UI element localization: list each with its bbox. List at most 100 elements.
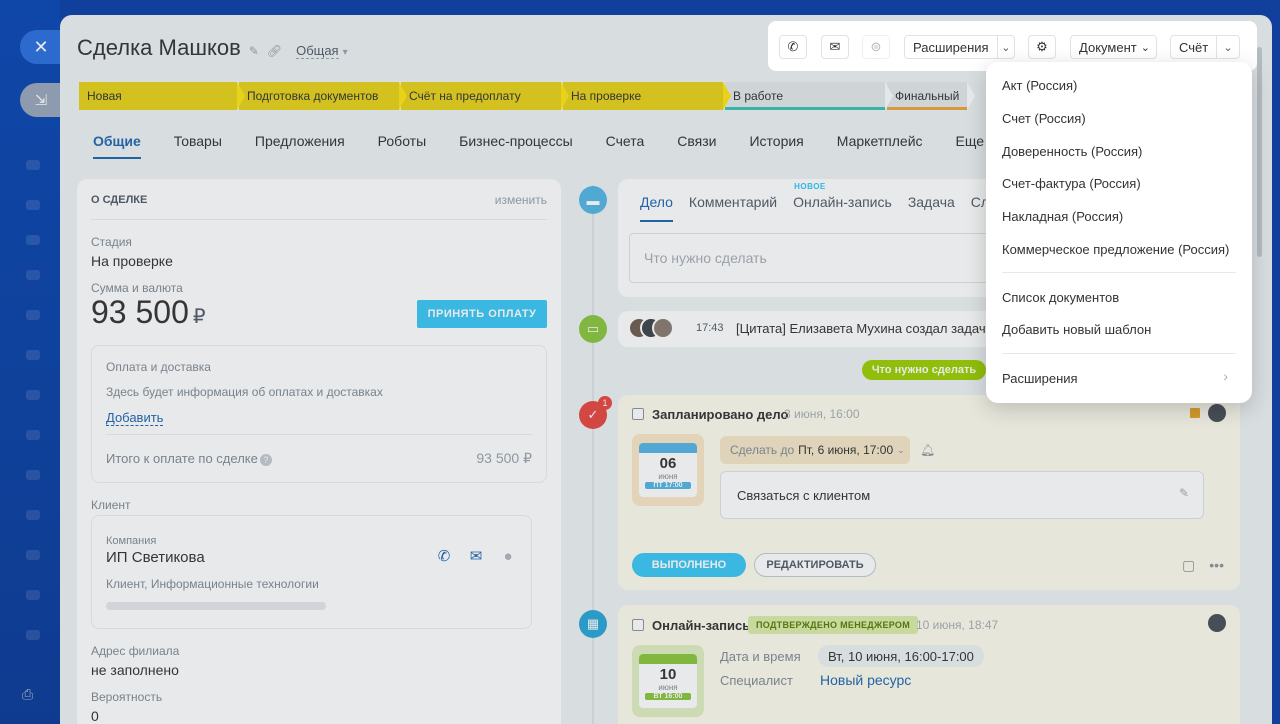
- editor-tab-3[interactable]: Онлайн-запись НОВОЕ: [793, 182, 892, 222]
- pin-button[interactable]: ⇲: [20, 83, 62, 117]
- settings-button[interactable]: ⚙: [1028, 35, 1056, 59]
- task-text: Связаться с клиентом: [737, 488, 871, 503]
- payment-label: Оплата и доставка: [106, 360, 211, 374]
- rail-item[interactable]: [26, 550, 40, 560]
- amount-value[interactable]: 93 500 ₽: [91, 294, 206, 331]
- scrollbar[interactable]: [1257, 47, 1262, 257]
- rail-item[interactable]: [26, 235, 40, 245]
- stage-value[interactable]: На проверке: [91, 253, 173, 269]
- note-icon[interactable]: ▢: [1182, 557, 1195, 574]
- tab-10[interactable]: Еще: [956, 133, 985, 159]
- category-selector[interactable]: Общая: [296, 43, 339, 59]
- tab-1[interactable]: Общие: [93, 133, 141, 159]
- rail-item[interactable]: [26, 630, 40, 640]
- card-tools: ▢ •••: [1182, 557, 1224, 574]
- editor-tab-2[interactable]: Комментарий: [689, 194, 777, 222]
- rail-item[interactable]: [26, 590, 40, 600]
- menu-item-power-of-attorney[interactable]: Доверенность (Россия): [1002, 144, 1142, 159]
- calendar-tile: 10 июня ВТ 16:00: [632, 645, 704, 717]
- menu-item-commercial-offer[interactable]: Коммерческое предложение (Россия): [1002, 242, 1229, 257]
- amount-label: Сумма и валюта: [91, 281, 183, 295]
- specialist-link[interactable]: Новый ресурс: [820, 672, 911, 688]
- tab-7[interactable]: Связи: [677, 133, 716, 159]
- new-badge: НОВОЕ: [794, 182, 826, 191]
- activity-checkbox[interactable]: [632, 619, 644, 631]
- status-badge: ПОДТВЕРЖДЕНО МЕНЕДЖЕРОМ: [748, 616, 919, 634]
- chat-button[interactable]: ⊜: [862, 35, 890, 59]
- menu-item-tax-invoice[interactable]: Счет-фактура (Россия): [1002, 176, 1141, 191]
- stage-5[interactable]: В работе: [725, 82, 893, 110]
- avatar[interactable]: [1208, 404, 1226, 422]
- chevron-down-icon[interactable]: ⌄: [996, 36, 1014, 58]
- menu-item-waybill[interactable]: Накладная (Россия): [1002, 209, 1123, 224]
- menu-item-act[interactable]: Акт (Россия): [1002, 78, 1077, 93]
- tab-2[interactable]: Товары: [174, 133, 222, 159]
- menu-item-add-template[interactable]: Добавить новый шаблон: [1002, 322, 1151, 337]
- print-icon[interactable]: ⎙: [22, 686, 40, 702]
- rail-item[interactable]: [26, 510, 40, 520]
- mail-icon: ✉: [829, 39, 841, 54]
- tab-5[interactable]: Бизнес-процессы: [459, 133, 572, 159]
- chevron-down-icon[interactable]: ▾: [343, 47, 348, 58]
- calendar-month: июня: [658, 683, 678, 692]
- document-button[interactable]: Документ ⌄: [1070, 35, 1157, 59]
- rail-item[interactable]: [26, 200, 40, 210]
- client-name[interactable]: ИП Светикова: [106, 549, 205, 566]
- rail-item[interactable]: [26, 470, 40, 480]
- tab-6[interactable]: Счета: [606, 133, 645, 159]
- editor-tab-1[interactable]: Дело: [640, 194, 673, 222]
- planned-activity-card: Запланировано дело 3 июня, 16:00 06 июня…: [618, 395, 1240, 590]
- more-icon[interactable]: •••: [1209, 557, 1224, 574]
- editor-tab-4[interactable]: Задача: [908, 194, 955, 222]
- link-icon[interactable]: 🔗︎: [267, 44, 282, 58]
- edit-link[interactable]: изменить: [495, 193, 547, 207]
- avatar[interactable]: [1208, 614, 1226, 632]
- rail-item[interactable]: [26, 430, 40, 440]
- rail-item[interactable]: [26, 270, 40, 280]
- bell-icon[interactable]: 🔔︎: [920, 443, 935, 457]
- tab-4[interactable]: Роботы: [378, 133, 426, 159]
- edit-button[interactable]: РЕДАКТИРОВАТЬ: [754, 553, 876, 577]
- extensions-button[interactable]: Расширения ⌄: [904, 35, 1015, 59]
- pencil-icon[interactable]: ✎: [1179, 486, 1189, 500]
- accept-payment-button[interactable]: ПРИНЯТЬ ОПЛАТУ: [417, 300, 547, 328]
- rail-item[interactable]: [26, 390, 40, 400]
- stage-2[interactable]: Подготовка документов: [239, 82, 407, 110]
- chat-icon[interactable]: ●: [499, 547, 517, 565]
- stage-6[interactable]: Финальный: [887, 82, 975, 110]
- task-description[interactable]: Связаться с клиентом ✎: [720, 471, 1204, 519]
- stage-4[interactable]: На проверке: [563, 82, 731, 110]
- close-icon: ✕: [33, 36, 49, 57]
- chevron-down-icon[interactable]: ⌄: [1216, 36, 1239, 58]
- invoice-button[interactable]: Счёт ⌄: [1170, 35, 1240, 59]
- stage-1[interactable]: Новая: [79, 82, 245, 110]
- help-icon[interactable]: ?: [259, 454, 272, 466]
- avatar[interactable]: [652, 317, 674, 339]
- menu-item-document-list[interactable]: Список документов: [1002, 290, 1119, 305]
- rail-item[interactable]: [26, 160, 40, 170]
- done-button[interactable]: ВЫПОЛНЕНО: [632, 553, 746, 577]
- tab-8[interactable]: История: [749, 133, 803, 159]
- call-button[interactable]: ✆: [779, 35, 807, 59]
- rail-item[interactable]: [26, 350, 40, 360]
- address-value[interactable]: не заполнено: [91, 662, 179, 678]
- menu-item-extensions[interactable]: Расширения: [1002, 371, 1078, 386]
- pencil-icon[interactable]: ✎: [249, 44, 259, 58]
- add-payment-link[interactable]: Добавить: [106, 410, 164, 426]
- mail-icon[interactable]: ✉: [467, 547, 485, 565]
- activity-checkbox[interactable]: [632, 408, 644, 420]
- close-slider-button[interactable]: ✕: [20, 30, 62, 64]
- email-button[interactable]: ✉: [821, 35, 849, 59]
- stage-3[interactable]: Счёт на предоплату: [401, 82, 569, 110]
- chevron-down-icon: ⌄: [897, 444, 905, 455]
- menu-item-invoice[interactable]: Счет (Россия): [1002, 111, 1086, 126]
- rail-item[interactable]: [26, 310, 40, 320]
- phone-icon[interactable]: ✆: [435, 547, 453, 565]
- tab-9[interactable]: Маркетплейс: [837, 133, 923, 159]
- tab-3[interactable]: Предложения: [255, 133, 345, 159]
- probability-label: Вероятность: [91, 690, 163, 704]
- left-rail: ✕ ⇲ ⎙: [0, 0, 62, 724]
- color-marker[interactable]: [1190, 408, 1200, 418]
- probability-value[interactable]: 0: [91, 708, 99, 724]
- deadline-selector[interactable]: Сделать до Пт, 6 июня, 17:00 ⌄: [720, 436, 910, 464]
